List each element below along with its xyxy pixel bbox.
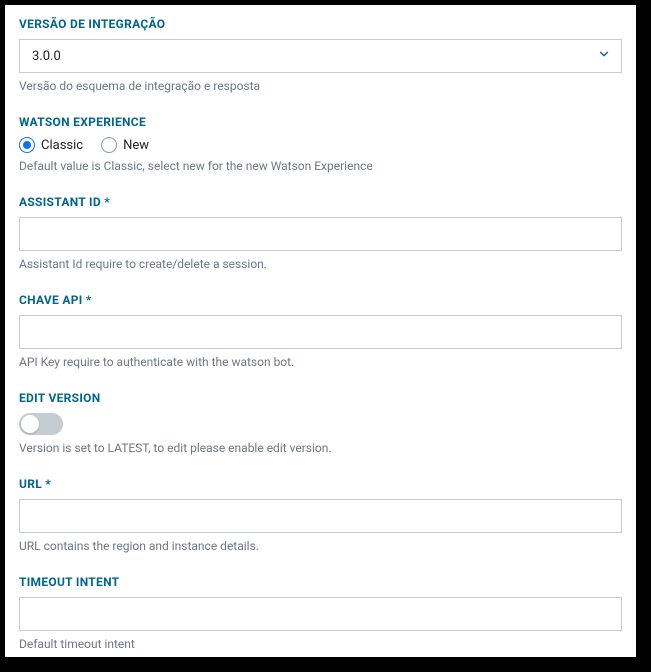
assistant-id-input[interactable] [19,217,622,251]
integration-version-select[interactable]: 3.0.0 [19,39,622,73]
help-api-key: API Key require to authenticate with the… [19,355,622,369]
settings-form: VERSÃO DE INTEGRAÇÃO 3.0.0 Versão do esq… [0,0,641,662]
field-assistant-id: ASSISTANT ID * Assistant Id require to c… [19,195,622,271]
url-input[interactable] [19,499,622,533]
field-timeout-intent: TIMEOUT INTENT Default timeout intent [19,575,622,651]
integration-version-value: 3.0.0 [32,49,61,64]
api-key-input[interactable] [19,315,622,349]
watson-experience-radiogroup: Classic New [19,137,622,153]
radio-new-label: New [123,138,149,153]
label-assistant-id: ASSISTANT ID * [19,195,622,209]
label-api-key: CHAVE API * [19,293,622,307]
field-integration-version: VERSÃO DE INTEGRAÇÃO 3.0.0 Versão do esq… [19,17,622,93]
help-integration-version: Versão do esquema de integração e respos… [19,79,622,93]
help-timeout-intent: Default timeout intent [19,637,622,651]
help-assistant-id: Assistant Id require to create/delete a … [19,257,622,271]
help-watson-experience: Default value is Classic, select new for… [19,159,622,173]
label-watson-experience: WATSON EXPERIENCE [19,115,622,129]
label-timeout-intent: TIMEOUT INTENT [19,575,622,589]
label-integration-version: VERSÃO DE INTEGRAÇÃO [19,17,622,31]
field-edit-version: EDIT VERSION Version is set to LATEST, t… [19,391,622,455]
field-api-key: CHAVE API * API Key require to authentic… [19,293,622,369]
label-edit-version: EDIT VERSION [19,391,622,405]
field-watson-experience: WATSON EXPERIENCE Classic New Default va… [19,115,622,173]
help-url: URL contains the region and instance det… [19,539,622,553]
label-url: URL * [19,477,622,491]
chevron-down-icon [597,47,611,65]
toggle-knob-icon [21,415,39,433]
radio-new[interactable]: New [101,137,149,153]
radio-classic[interactable]: Classic [19,137,83,153]
edit-version-toggle[interactable] [19,413,63,435]
radio-icon [101,137,117,153]
radio-icon [19,137,35,153]
help-edit-version: Version is set to LATEST, to edit please… [19,441,622,455]
timeout-intent-input[interactable] [19,597,622,631]
field-url: URL * URL contains the region and instan… [19,477,622,553]
radio-classic-label: Classic [41,138,83,153]
